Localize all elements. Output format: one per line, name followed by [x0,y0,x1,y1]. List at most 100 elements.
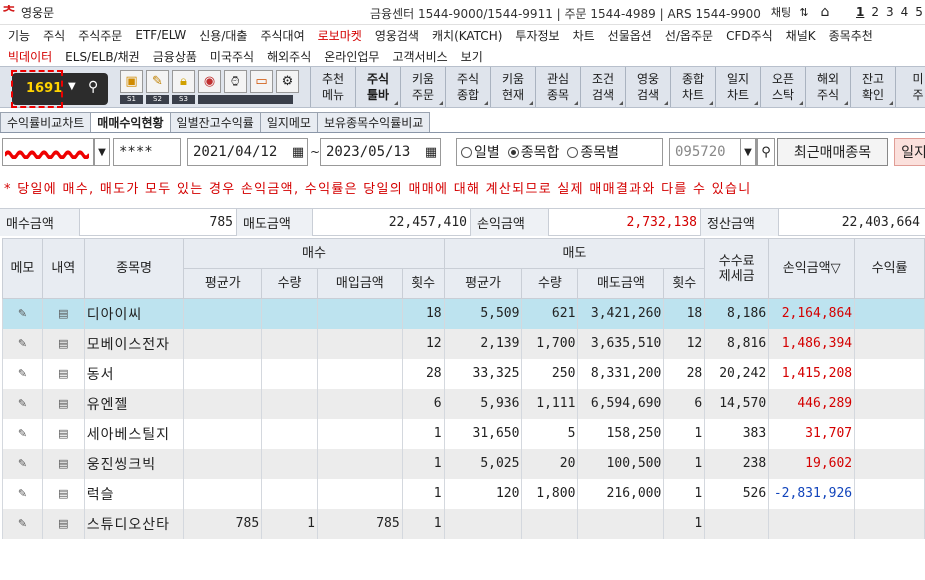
table-row[interactable]: ✎ ▤ 스튜디오산타 785 1 785 1 1 [2,508,925,539]
slot-2[interactable]: S2 [146,95,169,104]
menu-item[interactable]: 종목추천 [829,27,873,44]
col-buy-count[interactable]: 횟수 [401,268,445,299]
tool-button[interactable]: 추천 메뉴 [310,67,355,107]
scroll-icon[interactable]: ⇅ [796,3,812,21]
table-row[interactable]: ✎ ▤ 세아베스틸지 1 31,650 5 158,250 1 383 31,707 [2,418,925,449]
col-pnl-sort[interactable]: 손익금액▽ [768,238,856,299]
menu-item[interactable]: 고객서비스 [392,48,447,65]
table-row[interactable]: ✎ ▤ 웅진씽크빅 1 5,025 20 100,500 1 238 19,602 [2,448,925,479]
menu-item[interactable]: 미국주식 [210,48,254,65]
tool-button[interactable]: 조건 검색 [580,67,625,107]
clock-icon[interactable]: ⌚︎ [224,70,247,93]
col-buy-qty[interactable]: 수량 [261,268,318,299]
save-icon[interactable]: ▣ [120,70,143,93]
lock-icon[interactable]: 🔒︎ [172,70,195,93]
calendar-icon[interactable]: ▦ [289,138,307,166]
tool-button[interactable]: 키움 현재 [490,67,535,107]
page-tab-2[interactable]: 2 [871,5,879,19]
memo-edit-icon[interactable]: ✎ [2,388,43,419]
detail-list-icon[interactable]: ▤ [41,388,85,419]
menu-item[interactable]: 주식 [43,27,65,44]
memo-edit-icon[interactable]: ✎ [2,508,43,539]
screen-code-box[interactable]: 1691 ▼ ⚲ [11,70,108,108]
menu-item[interactable]: 캐치(KATCH) [432,27,502,44]
menu-item[interactable]: 온라인업무 [324,48,379,65]
menu-item[interactable]: 보기 [461,48,483,65]
slot-1[interactable]: S1 [120,95,143,104]
tool-button[interactable]: 오픈 스탁 [760,67,805,107]
detail-list-icon[interactable]: ▤ [41,478,85,509]
memo-edit-icon[interactable]: ✎ [2,358,43,389]
search-icon[interactable]: ⚲ [88,79,98,95]
tool-button[interactable]: 종합 차트 [670,67,715,107]
menu-item[interactable]: ETF/ELW [135,28,186,42]
tool-button[interactable]: 주식 툴바 [355,67,400,107]
table-row[interactable]: ✎ ▤ 럭슬 1 120 1,800 216,000 1 526 -2,831,926 [2,478,925,509]
col-detail[interactable]: 내역 [41,238,85,299]
tab-2[interactable]: 매매수익현황 [90,112,171,132]
menu-item[interactable]: 금융상품 [153,48,197,65]
tool-button[interactable]: 잔고 확인 [850,67,895,107]
radio-option[interactable]: 종목별 [567,142,619,162]
col-sell-amount[interactable]: 매도금액 [577,268,665,299]
col-sell-qty[interactable]: 수량 [521,268,579,299]
calendar-icon[interactable]: ▦ [422,138,440,166]
menu-item[interactable]: 채널K [786,27,816,44]
menu-item[interactable]: ELS/ELB/채권 [65,48,140,65]
home-icon[interactable]: ⌂ [816,3,834,21]
detail-list-icon[interactable]: ▤ [41,298,85,329]
gear-icon[interactable]: ⚙ [276,70,299,93]
tool-button[interactable]: 관심 종목 [535,67,580,107]
camera-icon[interactable]: ◉ [198,70,221,93]
menu-item[interactable]: 로보마켓 [318,27,362,44]
tool-button[interactable]: 키움 주문 [400,67,445,107]
memo-edit-icon[interactable]: ✎ [2,478,43,509]
detail-list-icon[interactable]: ▤ [41,358,85,389]
menu-item[interactable]: 선물옵션 [608,27,652,44]
detail-list-icon[interactable]: ▤ [41,418,85,449]
page-tab-1[interactable]: 1 [856,5,864,19]
tool-button[interactable]: 해외 주식 [805,67,850,107]
radio-circle-icon[interactable] [507,146,519,158]
menu-item[interactable]: 투자정보 [515,27,559,44]
page-tab-4[interactable]: 4 [901,5,909,19]
table-row[interactable]: ✎ ▤ 모베이스전자 12 2,139 1,700 3,635,510 12 8,816 1,48… [2,328,925,359]
radio-circle-icon[interactable] [567,146,579,158]
stock-search-icon[interactable]: ⚲ [757,138,775,166]
page-tab-5[interactable]: 5 [915,5,923,19]
slot-3[interactable]: S3 [172,95,195,104]
menu-item[interactable]: 신용/대출 [199,27,247,44]
menu-item[interactable]: 해외주식 [267,48,311,65]
query-button[interactable]: 일지 [894,138,925,166]
table-row[interactable]: ✎ ▤ 디아이씨 18 5,509 621 3,421,260 18 8,186 2,164,86… [2,298,925,329]
detail-list-icon[interactable]: ▤ [41,508,85,539]
menu-item[interactable]: 기능 [8,27,30,44]
col-stock-name[interactable]: 종목명 [83,238,185,299]
menu-item[interactable]: 영웅검색 [375,27,419,44]
tab-1[interactable]: 수익률비교차트 [0,112,92,132]
detail-list-icon[interactable]: ▤ [41,448,85,479]
col-memo[interactable]: 메모 [2,238,43,299]
menu-item[interactable]: 빅데이터 [8,48,52,65]
memo-edit-icon[interactable]: ✎ [2,418,43,449]
col-fee-tax[interactable]: 수수료 제세금 [704,238,770,299]
table-row[interactable]: ✎ ▤ 동서 28 33,325 250 8,331,200 28 20,242 1,415,20… [2,358,925,389]
memo-edit-icon[interactable]: ✎ [2,298,43,329]
menu-item[interactable]: 주식주문 [78,27,122,44]
menu-item[interactable]: 주식대여 [260,27,304,44]
memo-edit-icon[interactable]: ✎ [2,448,43,479]
chat-button[interactable]: 채팅 [770,3,792,21]
tab-5[interactable]: 보유종목수익률비교 [316,112,431,132]
password-field[interactable]: **** [113,138,181,166]
radio-circle-icon[interactable] [461,146,472,158]
monitor-icon[interactable]: ▭ [250,70,273,93]
account-select[interactable] [2,138,94,166]
edit-icon[interactable]: ✎ [146,70,169,93]
col-sell-count[interactable]: 횟수 [663,268,706,299]
col-sell-avg-price[interactable]: 평균가 [443,268,523,299]
tool-button[interactable]: 영웅 검색 [625,67,670,107]
memo-edit-icon[interactable]: ✎ [2,328,43,359]
screen-code[interactable]: 1691 [26,81,62,96]
tool-button[interactable]: 주식 종합 [445,67,490,107]
col-return-rate[interactable]: 수익률 [854,238,925,299]
